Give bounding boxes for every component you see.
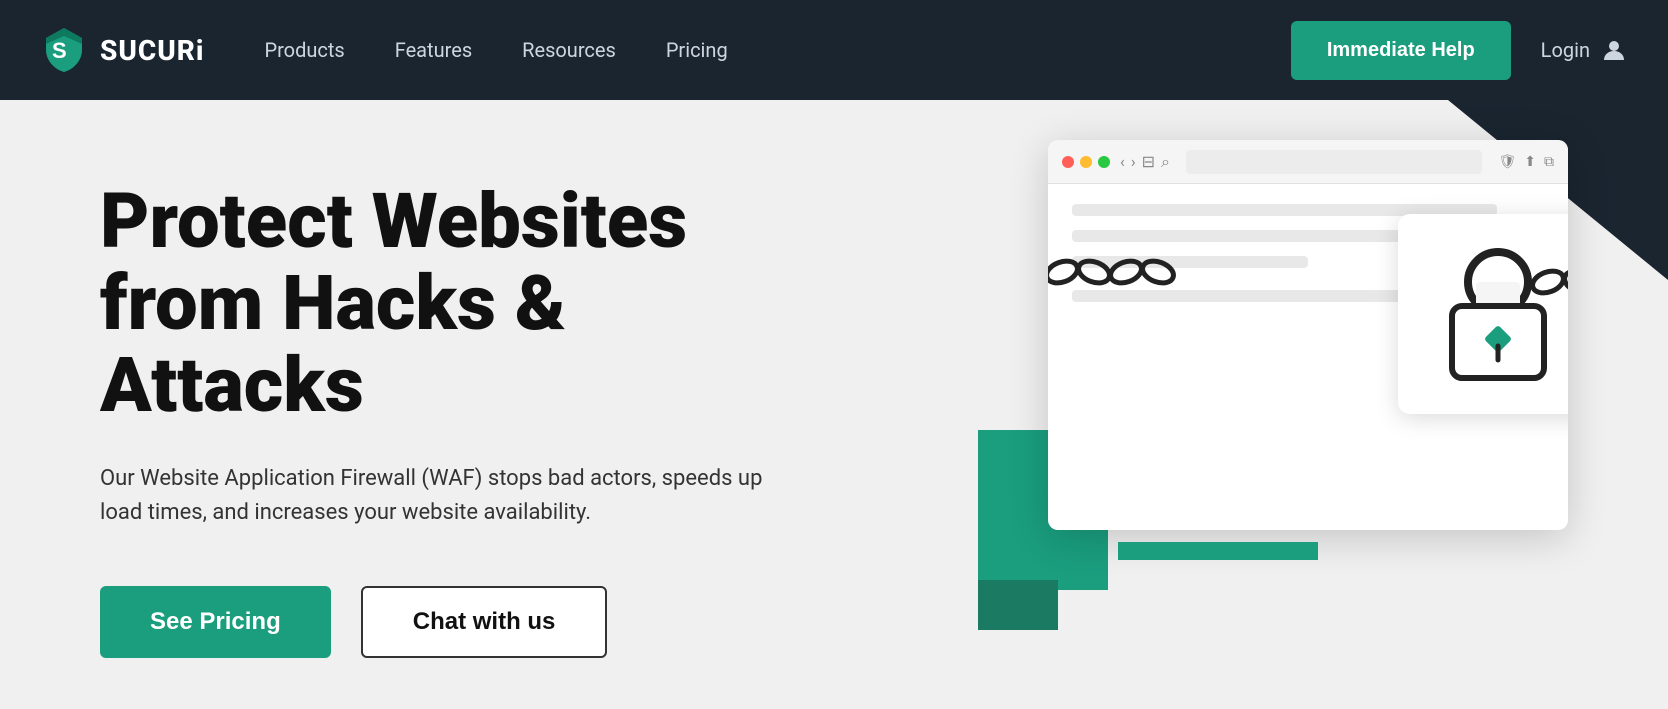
hero-description: Our Website Application Firewall (WAF) s…: [100, 462, 780, 530]
dot-green: [1098, 156, 1110, 168]
sucuri-logo-icon: S: [40, 26, 88, 74]
lock-card-container: [1398, 214, 1568, 414]
user-icon: [1600, 36, 1628, 64]
content-line-2: [1072, 230, 1402, 242]
nav-products[interactable]: Products: [264, 38, 344, 62]
lock-card: [1398, 214, 1568, 414]
hero-content: Protect Websites from Hacks & Attacks Ou…: [0, 100, 860, 709]
tabs-icon: ⊟: [1142, 152, 1155, 172]
browser-nav-icons: ‹ › ⊟ ⌕: [1120, 152, 1170, 172]
login-label: Login: [1541, 38, 1590, 62]
svg-text:S: S: [52, 38, 67, 63]
dot-red: [1062, 156, 1074, 168]
browser-mockup-area: ‹ › ⊟ ⌕ 🛡 ⬆ ⧉: [1008, 140, 1568, 560]
chat-with-us-button[interactable]: Chat with us: [361, 586, 608, 658]
see-pricing-button[interactable]: See Pricing: [100, 586, 331, 658]
search-icon: ⌕: [1161, 152, 1170, 172]
immediate-help-button[interactable]: Immediate Help: [1291, 21, 1511, 80]
browser-content: [1048, 184, 1568, 322]
browser-bar: ‹ › ⊟ ⌕ 🛡 ⬆ ⧉: [1048, 140, 1568, 184]
nav-links: Products Features Resources Pricing: [264, 38, 1290, 62]
navbar: S SUCURi Products Features Resources Pri…: [0, 0, 1668, 100]
nav-resources[interactable]: Resources: [522, 38, 616, 62]
bottom-teal-strip: [1118, 542, 1318, 560]
logo-text: SUCURi: [100, 34, 204, 67]
forward-icon: ›: [1131, 152, 1136, 172]
browser-window: ‹ › ⊟ ⌕ 🛡 ⬆ ⧉: [1048, 140, 1568, 530]
login-area[interactable]: Login: [1541, 36, 1628, 64]
browser-url-bar: [1186, 150, 1482, 174]
browser-dots: [1062, 156, 1110, 168]
share-icon: ⬆: [1524, 154, 1536, 170]
browser-action-icons: 🛡 ⬆ ⧉: [1498, 154, 1554, 170]
nav-right: Immediate Help Login: [1291, 21, 1628, 80]
hero-buttons: See Pricing Chat with us: [100, 586, 800, 658]
expand-icon: ⧉: [1544, 154, 1554, 170]
chain-left-icon: [1048, 242, 1178, 302]
hero-title: Protect Websites from Hacks & Attacks: [100, 180, 800, 426]
nav-pricing[interactable]: Pricing: [666, 38, 728, 62]
chain-right-icon: [1528, 252, 1568, 312]
nav-features[interactable]: Features: [395, 38, 472, 62]
back-icon: ‹: [1120, 152, 1125, 172]
logo-link[interactable]: S SUCURi: [40, 26, 204, 74]
dot-yellow: [1080, 156, 1092, 168]
shield-icon: 🛡: [1498, 154, 1516, 170]
hero-section: Protect Websites from Hacks & Attacks Ou…: [0, 100, 1668, 709]
